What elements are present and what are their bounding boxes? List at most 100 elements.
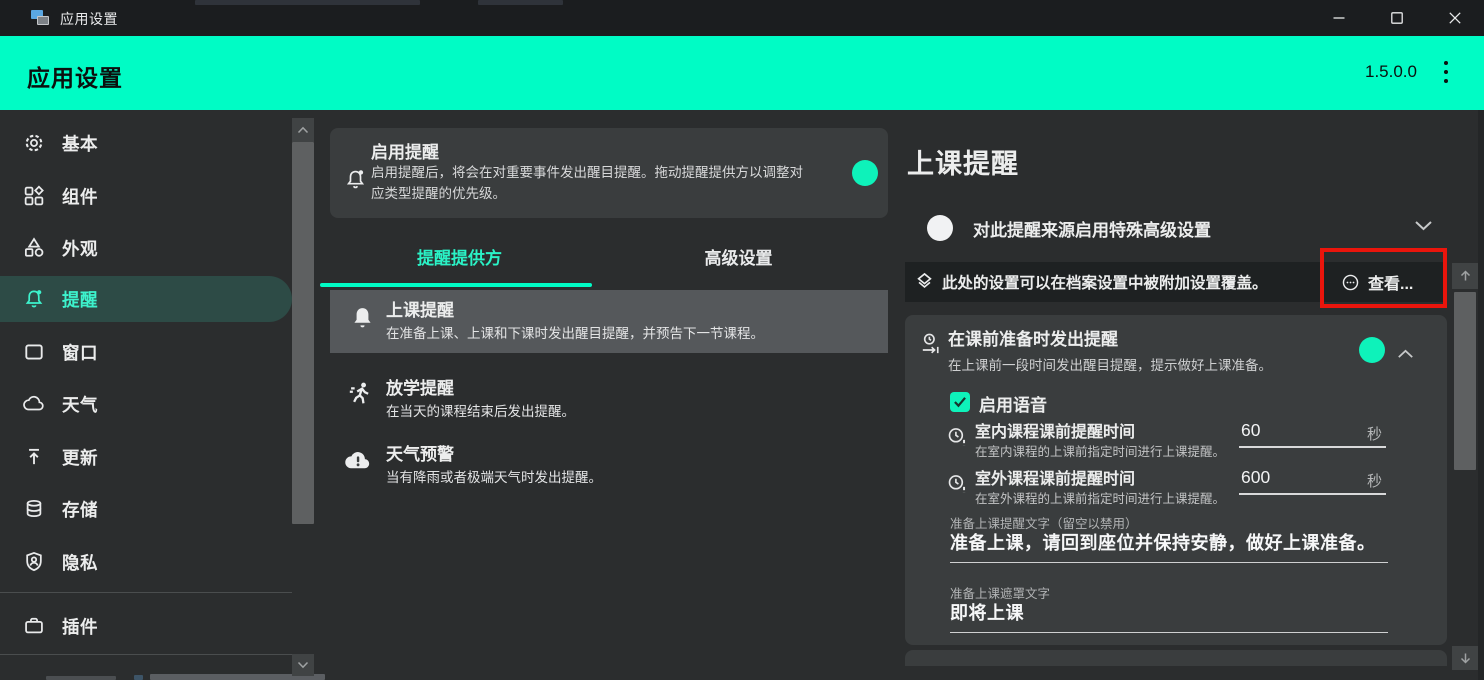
outdoor-time-field: 秒 bbox=[1239, 463, 1386, 495]
bell-badge-icon bbox=[344, 168, 367, 196]
class-reminder-detail-panel: 上课提醒 对此提醒来源启用特殊高级设置 此处的设置可以在档案设置中被附加设置覆盖… bbox=[905, 110, 1484, 680]
cutoff-item-text bbox=[46, 676, 116, 680]
window-edge bbox=[1478, 110, 1484, 680]
close-icon bbox=[1448, 11, 1462, 25]
sidebar-item-label: 隐私 bbox=[62, 550, 98, 575]
special-settings-toggle[interactable] bbox=[931, 220, 967, 236]
chevron-down-icon bbox=[297, 661, 309, 669]
chevron-up-icon bbox=[297, 126, 309, 134]
arrow-down-icon bbox=[1459, 652, 1472, 664]
outdoor-time-title: 室外课程课前提醒时间 bbox=[975, 465, 1135, 489]
page-title: 应用设置 bbox=[27, 59, 123, 93]
background-artifact bbox=[478, 0, 563, 5]
sidebar-scrollbar-thumb[interactable] bbox=[292, 142, 314, 524]
provider-item-after-school[interactable]: 放学提醒 在当天的课程结束后发出提醒。 bbox=[330, 367, 888, 428]
appearance-icon bbox=[23, 237, 45, 259]
sidebar-item-window[interactable]: 窗口 bbox=[0, 326, 292, 378]
sidebar-scroll-up-button[interactable] bbox=[292, 118, 314, 142]
clock-forward-icon bbox=[919, 331, 943, 362]
clock-alert-icon bbox=[946, 472, 968, 501]
provider-item-class-reminder[interactable]: 上课提醒 在准备上课、上课和下课时发出醒目提醒，并预告下一节课程。 bbox=[330, 290, 888, 353]
provider-title: 天气预警 bbox=[386, 440, 454, 465]
enable-notifications-title: 启用提醒 bbox=[371, 138, 439, 163]
enable-notifications-card: 启用提醒 启用提醒后，将会在对重要事件发出醒目提醒。拖动提醒提供方以调整对应类型… bbox=[330, 128, 888, 218]
mask-text-input[interactable] bbox=[950, 599, 1384, 622]
sidebar-item-components[interactable]: 组件 bbox=[0, 170, 292, 222]
background-artifact bbox=[195, 0, 420, 5]
maximize-icon bbox=[1390, 11, 1404, 25]
sidebar-item-label: 天气 bbox=[62, 392, 98, 417]
check-icon bbox=[953, 396, 967, 408]
sidebar-item-weather[interactable]: 天气 bbox=[0, 378, 292, 430]
tab-advanced-settings[interactable]: 高级设置 bbox=[599, 230, 878, 283]
sidebar-item-label: 提醒 bbox=[62, 287, 98, 312]
minimize-button[interactable] bbox=[1310, 0, 1368, 36]
notification-settings-panel: 启用提醒 启用提醒后，将会在对重要事件发出醒目提醒。拖动提醒提供方以调整对应类型… bbox=[320, 110, 905, 680]
sidebar-item-storage[interactable]: 存储 bbox=[0, 483, 292, 535]
indoor-time-description: 在室内课程的上课前指定时间进行上课提醒。 bbox=[975, 441, 1225, 460]
next-card-partial bbox=[905, 650, 1447, 666]
sidebar-item-label: 插件 bbox=[62, 614, 98, 639]
layers-icon bbox=[914, 271, 935, 297]
app-icon bbox=[31, 10, 50, 26]
bell-icon bbox=[350, 304, 375, 336]
provider-description: 在当天的课程结束后发出提醒。 bbox=[386, 400, 575, 420]
sidebar-item-basic[interactable]: 基本 bbox=[0, 117, 292, 169]
provider-title: 上课提醒 bbox=[386, 296, 454, 321]
provider-item-weather-alert[interactable]: 天气预警 当有降雨或者极端天气时发出提醒。 bbox=[330, 432, 888, 497]
provider-title: 放学提醒 bbox=[386, 374, 454, 399]
detail-scrollbar-thumb[interactable] bbox=[1454, 292, 1476, 470]
reminder-text-field bbox=[950, 529, 1388, 563]
minimize-icon bbox=[1332, 11, 1346, 25]
sidebar-item-plugins[interactable]: 插件 bbox=[0, 600, 292, 652]
tab-label: 提醒提供方 bbox=[417, 244, 502, 269]
special-settings-label: 对此提醒来源启用特殊高级设置 bbox=[973, 216, 1211, 241]
prepare-reminder-card: 在课前准备时发出提醒 在上课前一段时间发出醒目提醒，提示做好上课准备。 启用语音… bbox=[905, 315, 1447, 645]
chevron-down-icon[interactable] bbox=[1414, 218, 1433, 236]
outdoor-time-unit: 秒 bbox=[1367, 470, 1382, 491]
privacy-icon bbox=[23, 551, 45, 573]
indoor-time-field: 秒 bbox=[1239, 416, 1386, 448]
provider-description: 在准备上课、上课和下课时发出醒目提醒，并预告下一节课程。 bbox=[386, 322, 764, 342]
prepare-title: 在课前准备时发出提醒 bbox=[948, 325, 1118, 350]
tab-label: 高级设置 bbox=[705, 244, 773, 269]
titlebar: 应用设置 bbox=[0, 0, 1484, 36]
version-label: 1.5.0.0 bbox=[1365, 62, 1417, 82]
sidebar-divider bbox=[0, 654, 292, 655]
maximize-button[interactable] bbox=[1368, 0, 1426, 36]
page-header: 应用设置 1.5.0.0 bbox=[0, 36, 1484, 110]
sidebar-item-appearance[interactable]: 外观 bbox=[0, 222, 292, 274]
sidebar-item-label: 外观 bbox=[62, 236, 98, 261]
mask-text-field bbox=[950, 599, 1388, 633]
window-title: 应用设置 bbox=[60, 9, 118, 29]
detail-scroll-down-button[interactable] bbox=[1452, 646, 1478, 670]
more-menu-button[interactable] bbox=[1444, 61, 1448, 85]
app-settings-window: 应用设置 应用设置 1.5.0.0 基本 组件 bbox=[0, 0, 1484, 680]
indoor-time-input[interactable] bbox=[1239, 416, 1344, 441]
annotation-highlight-box bbox=[1320, 248, 1447, 308]
outdoor-time-description: 在室外课程的上课前指定时间进行上课提醒。 bbox=[975, 488, 1225, 507]
sidebar-item-privacy[interactable]: 隐私 bbox=[0, 536, 292, 588]
clock-alert-icon bbox=[946, 425, 968, 454]
chevron-up-icon[interactable] bbox=[1397, 346, 1414, 364]
sidebar-item-notifications[interactable]: 提醒 bbox=[0, 276, 292, 322]
database-icon bbox=[23, 498, 45, 520]
gear-icon bbox=[23, 132, 45, 154]
prepare-description: 在上课前一段时间发出醒目提醒，提示做好上课准备。 bbox=[948, 354, 1272, 374]
sidebar-item-label: 基本 bbox=[62, 131, 98, 156]
tab-notification-providers[interactable]: 提醒提供方 bbox=[320, 230, 599, 283]
prepare-toggle[interactable] bbox=[1345, 342, 1381, 358]
sidebar-scroll-down-button[interactable] bbox=[292, 654, 314, 676]
voice-checkbox[interactable] bbox=[950, 392, 970, 412]
indoor-time-unit: 秒 bbox=[1367, 423, 1382, 444]
sidebar-item-label: 窗口 bbox=[62, 340, 98, 365]
detail-scroll-up-button[interactable] bbox=[1452, 263, 1478, 289]
outdoor-time-input[interactable] bbox=[1239, 463, 1344, 488]
components-icon bbox=[23, 185, 45, 207]
sidebar-item-update[interactable]: 更新 bbox=[0, 431, 292, 483]
reminder-text-input[interactable] bbox=[950, 529, 1384, 552]
close-button[interactable] bbox=[1426, 0, 1484, 36]
enable-notifications-toggle[interactable] bbox=[838, 165, 874, 181]
runner-icon bbox=[346, 379, 374, 414]
plugin-icon bbox=[23, 615, 45, 637]
